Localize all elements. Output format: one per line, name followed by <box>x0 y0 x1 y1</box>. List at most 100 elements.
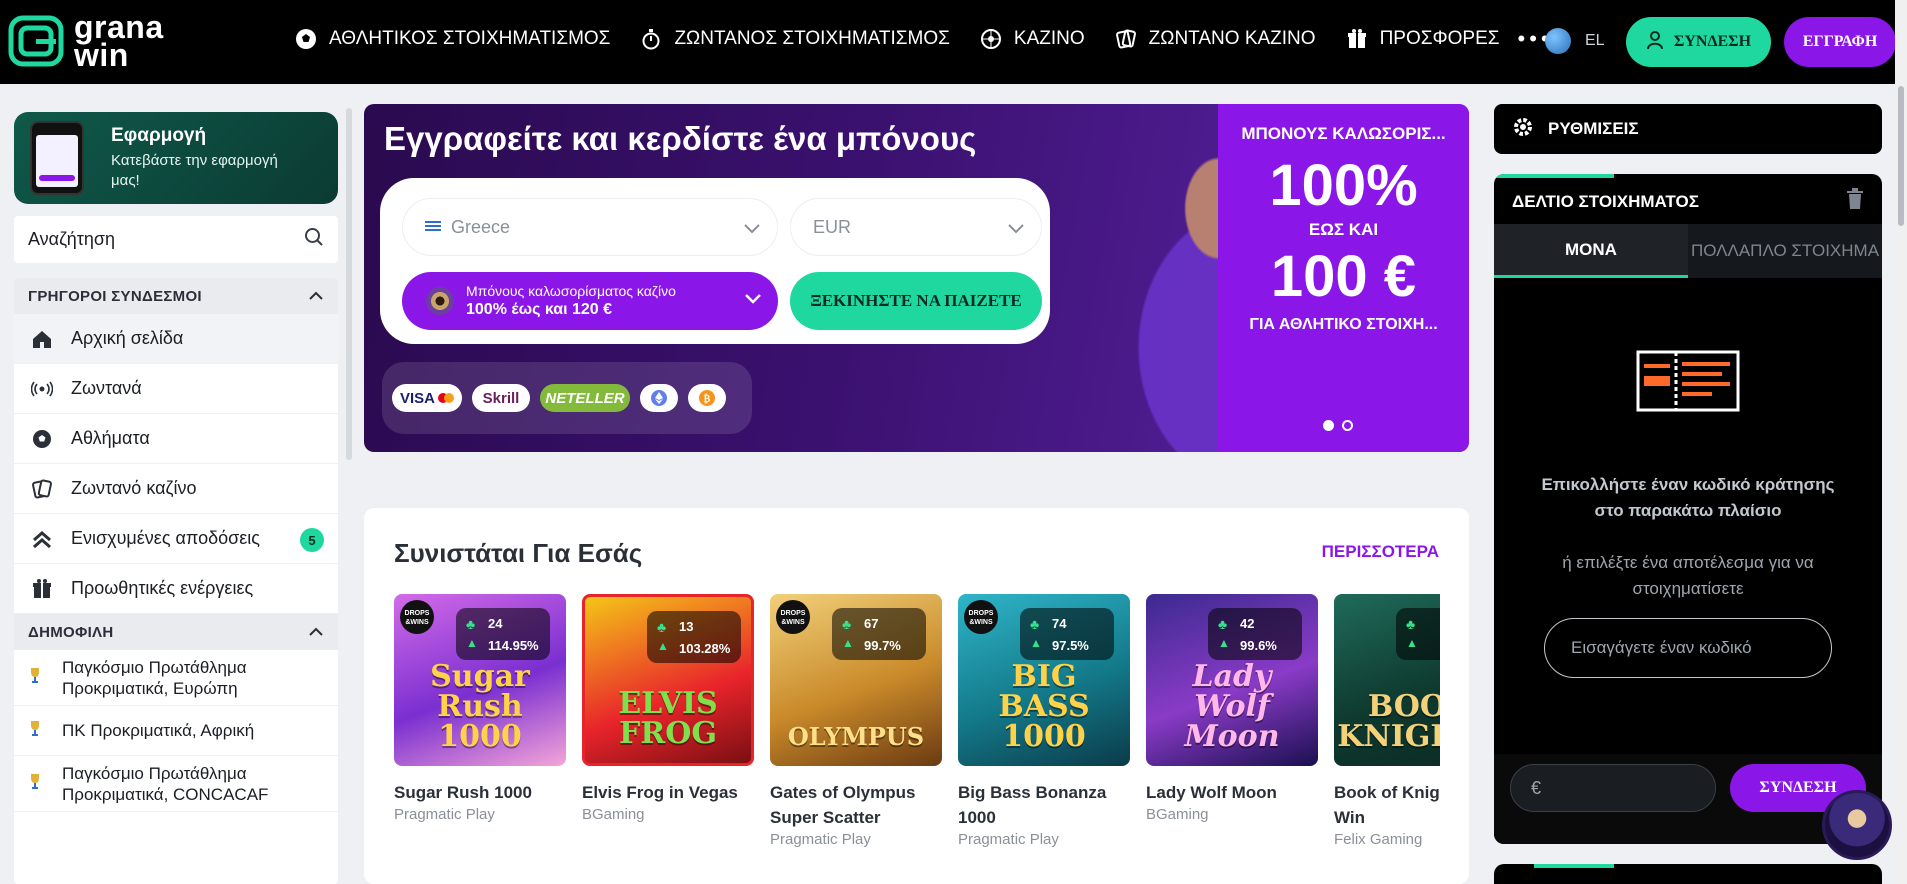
game-card[interactable]: ♣▲ BOOK KNIGHTS Book of Knights and Win … <box>1334 594 1440 848</box>
recommended-section: Συνιστάται Για Εσάς ΠΕΡΙΣΣΟΤΕΡΑ DROPS &WI… <box>364 508 1469 884</box>
language-selector[interactable]: EL <box>1545 28 1605 54</box>
soccer-ball-icon <box>295 28 317 50</box>
game-title: Gates of Olympus Super Scatter <box>770 783 916 827</box>
booking-code-input[interactable] <box>1544 618 1832 678</box>
game-title: Lady Wolf Moon <box>1146 783 1277 802</box>
start-playing-button[interactable]: ΞΕΚΙΝΗΣΤΕ ΝΑ ΠΑΙΖΕΤΕ <box>790 272 1042 330</box>
nav-sports-betting[interactable]: ΑΘΛΗΤΙΚΟΣ ΣΤΟΙΧΗΜΑΤΙΣΜΟΣ <box>295 28 610 50</box>
logo-mark-icon <box>8 15 64 67</box>
user-icon <box>1646 30 1666 55</box>
chevron-down-icon <box>744 292 762 310</box>
sidebar-item-live[interactable]: Ζωντανά <box>14 364 338 414</box>
currency-value: EUR <box>813 216 852 237</box>
nav-live-betting[interactable]: ΖΩΝΤΑΝΟΣ ΣΤΟΙΧΗΜΑΤΙΣΜΟΣ <box>640 28 950 50</box>
gift-icon <box>1346 28 1368 50</box>
cards-icon <box>1115 28 1137 50</box>
app-download-card[interactable]: Εφαρμογή Κατεβάστε την εφαρμογή μας! <box>14 112 338 204</box>
game-card[interactable]: DROPS &WINS ♣ 24 ▲ 114.95% Sugar Rush 1000 S… <box>394 594 566 823</box>
bonus-select[interactable]: Μπόνους καλωσορίσματος καζίνο 100% έως κ… <box>402 272 778 330</box>
players-icon: ♣ <box>1218 616 1228 632</box>
betslip-accent <box>1494 174 1614 178</box>
stake-input[interactable]: € <box>1510 764 1716 812</box>
game-art-title: BIG BASS 1000 <box>998 659 1090 754</box>
game-card[interactable]: DROPS &WINS ♣ 67 ▲ 99.7% OLYMPUS Gates of Ol… <box>770 594 942 848</box>
bitcoin-logo: ₿ <box>688 384 726 412</box>
signup-form: Greece EUR Μπόνους καλωσορίσματος καζίνο… <box>380 178 1050 344</box>
game-card[interactable]: DROPS &WINS ♣ 74 ▲ 97.5% BIG BASS 1000 Big B… <box>958 594 1130 848</box>
popular-header[interactable]: ΔΗΜΟΦΙΛΗ <box>14 614 338 650</box>
game-card[interactable]: ♣ 13 ▲ 103.28% ELVIS FROG Elvis Frog in Veg… <box>582 594 754 823</box>
quick-links-title: ΓΡΗΓΟΡΟΙ ΣΥΝΔΕΣΜΟΙ <box>28 287 202 305</box>
game-thumbnail: DROPS &WINS ♣ 74 ▲ 97.5% BIG BASS 1000 <box>958 594 1130 766</box>
sidebar-scrollbar[interactable] <box>346 108 352 460</box>
nav-label: ΖΩΝΤΑΝΟΣ ΣΤΟΙΧΗΜΑΤΙΣΜΟΣ <box>674 28 950 49</box>
arrow-up-icon: ▲ <box>1218 636 1230 650</box>
nav-label: ΖΩΝΤΑΝΟ ΚΑΖΙΝΟ <box>1148 28 1316 49</box>
settings-button[interactable]: ΡΥΘΜΙΣΕΙΣ <box>1494 104 1882 154</box>
sidebar-item-sports[interactable]: Αθλήματα <box>14 414 338 464</box>
popular-item-label: ΠΚ Προκριματικά, Αφρική <box>62 721 255 740</box>
trash-icon[interactable] <box>1846 188 1864 215</box>
granawin-logo[interactable]: grana win <box>8 11 213 71</box>
game-title: Sugar Rush 1000 <box>394 783 532 802</box>
currency-select[interactable]: EUR <box>790 198 1042 256</box>
count-badge: 5 <box>300 528 324 552</box>
popular-item[interactable]: Παγκόσμιο Πρωτάθλημα Προκριματικά, CONCA… <box>14 756 338 812</box>
sidebar-item-promotions[interactable]: Προωθητικές ενέργειες <box>14 564 338 614</box>
popular-item[interactable]: ΠΚ Προκριματικά, Αφρική <box>14 706 338 756</box>
game-provider: Pragmatic Play <box>394 806 495 823</box>
game-thumbnail: DROPS &WINS ♣ 67 ▲ 99.7% OLYMPUS <box>770 594 942 766</box>
tab-multiple[interactable]: ΠΟΛΛΑΠΛΟ ΣΤΟΙΧΗΜΑ <box>1688 224 1882 278</box>
search-icon[interactable] <box>304 227 324 252</box>
main-nav: ΑΘΛΗΤΙΚΟΣ ΣΤΟΙΧΗΜΑΤΙΣΜΟΣ ΖΩΝΤΑΝΟΣ ΣΤΟΙΧΗ… <box>295 26 1553 52</box>
search-input[interactable] <box>28 229 304 250</box>
rtp-badge: ♣ 13 ▲ 103.28% <box>647 611 741 663</box>
games-carousel: DROPS &WINS ♣ 24 ▲ 114.95% Sugar Rush 1000 S… <box>394 594 1440 884</box>
carousel-dot[interactable] <box>1342 420 1353 431</box>
sidebar-item-live-casino[interactable]: Ζωντανό καζίνο <box>14 464 338 514</box>
page-scrollbar[interactable] <box>1895 0 1907 884</box>
register-button[interactable]: ΕΓΓΡΑΦΗ <box>1784 17 1896 67</box>
carousel-dot-active[interactable] <box>1323 420 1334 431</box>
chat-assistant-avatar[interactable] <box>1822 790 1892 860</box>
skrill-logo: Skrill <box>472 384 530 412</box>
nav-casino[interactable]: ΚΑΖΙΝΟ <box>980 28 1085 50</box>
popular-item[interactable]: Παγκόσμιο Πρωτάθλημα Προκριματικά, Ευρώπ… <box>14 650 338 706</box>
globe-icon <box>1545 28 1571 54</box>
scrollbar-thumb[interactable] <box>1898 86 1904 226</box>
svg-text:₿: ₿ <box>704 393 711 405</box>
chevron-up-icon <box>308 624 324 641</box>
quick-links-header[interactable]: ΓΡΗΓΟΡΟΙ ΣΥΝΔΕΣΜΟΙ <box>14 278 338 314</box>
trophy-icon <box>28 719 44 742</box>
game-thumbnail: ♣ 13 ▲ 103.28% ELVIS FROG <box>582 594 754 766</box>
popular-item-label: Παγκόσμιο Πρωτάθλημα Προκριματικά, CONCA… <box>62 763 269 804</box>
betslip-panel: ΔΕΛΤΙΟ ΣΤΟΙΧΗΜΑΤΟΣ ΜΟΝΑ ΠΟΛΛΑΠΛΟ ΣΤΟΙΧΗΜ… <box>1494 174 1882 844</box>
promo-subtitle: ΓΙΑ ΑΘΛΗΤΙΚΟ ΣΤΟΙΧΗ... <box>1249 316 1438 333</box>
gear-icon <box>1512 116 1534 143</box>
settings-label: ΡΥΘΜΙΣΕΙΣ <box>1548 119 1639 138</box>
betslip-tabs: ΜΟΝΑ ΠΟΛΛΑΠΛΟ ΣΤΟΙΧΗΜΑ <box>1494 224 1882 278</box>
chevron-up-icon <box>308 288 324 305</box>
roulette-icon <box>980 28 1002 50</box>
promo-upto: ΕΩΣ ΚΑΙ <box>1308 220 1379 239</box>
sidebar-item-label: Αθλήματα <box>71 428 150 448</box>
tab-single[interactable]: ΜΟΝΑ <box>1494 224 1688 278</box>
betslip-title: ΔΕΛΤΙΟ ΣΤΟΙΧΗΜΑΤΟΣ <box>1512 192 1699 211</box>
game-art-title: BOOK KNIGHTS <box>1337 689 1440 754</box>
welcome-bonus-promo[interactable]: ΜΠΟΝΟΥΣ ΚΑΛΩΣΟΡΙΣ... 100% ΕΩΣ ΚΑΙ 100 € … <box>1218 104 1469 452</box>
sidebar-item-home[interactable]: Αρχική σελίδα <box>14 314 338 364</box>
login-button[interactable]: ΣΥΝΔΕΣΗ <box>1626 17 1771 67</box>
sidebar-item-boosted-odds[interactable]: Ενισχυμένες αποδόσεις 5 <box>14 514 338 564</box>
rtp-badge: ♣ 42 ▲ 99.6% <box>1208 608 1302 660</box>
nav-promotions[interactable]: ΠΡΟΣΦΟΡΕΣ <box>1346 28 1500 50</box>
game-card[interactable]: ♣ 42 ▲ 99.6% Lady Wolf Moon Lady Wolf Moon … <box>1146 594 1318 823</box>
sidebar-item-label: Ζωντανά <box>71 378 142 398</box>
section-title: Συνιστάται Για Εσάς <box>394 538 643 568</box>
game-thumbnail: ♣▲ BOOK KNIGHTS <box>1334 594 1440 766</box>
game-title: Elvis Frog in Vegas <box>582 783 738 802</box>
nav-live-casino[interactable]: ΖΩΝΤΑΝΟ ΚΑΖΙΝΟ <box>1115 28 1316 50</box>
more-link[interactable]: ΠΕΡΙΣΣΟΤΕΡΑ <box>1322 542 1439 562</box>
sidebar-panel: ΓΡΗΓΟΡΟΙ ΣΥΝΔΕΣΜΟΙ Αρχική σελίδα Ζωντανά… <box>14 278 338 884</box>
arrow-up-icon: ▲ <box>1406 636 1418 650</box>
country-select[interactable]: Greece <box>402 198 778 256</box>
